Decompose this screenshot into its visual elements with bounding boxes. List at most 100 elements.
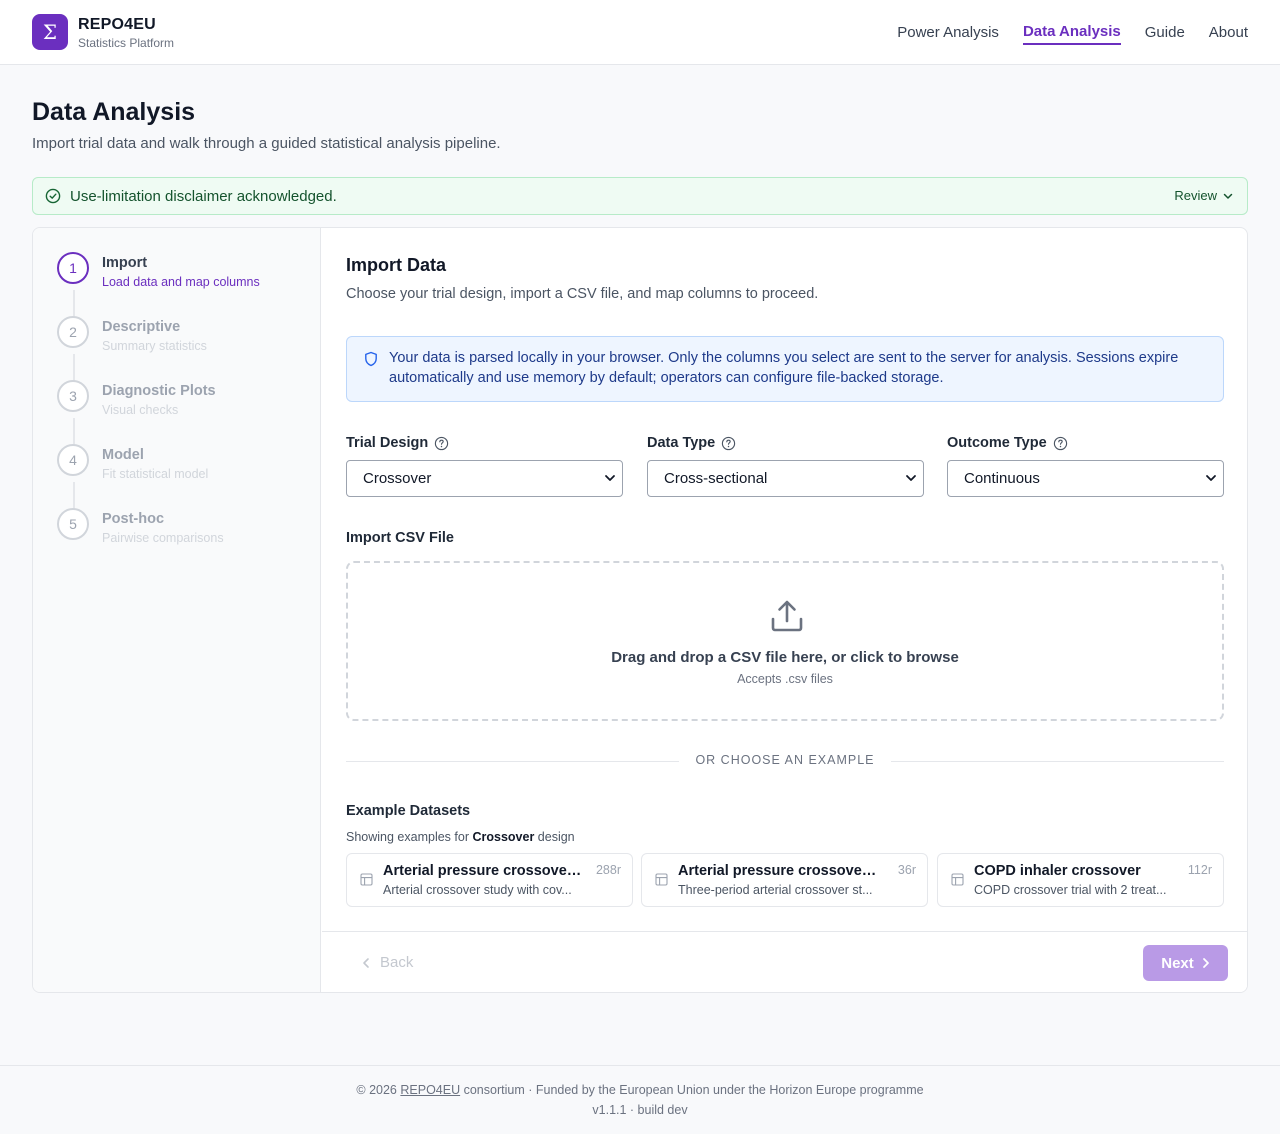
- outcome-type-label: Outcome Type: [947, 435, 1068, 451]
- trial-design-label: Trial Design: [346, 435, 449, 451]
- footer-copyright-prefix: © 2026: [356, 1083, 397, 1097]
- section-subtitle: Choose your trial design, import a CSV f…: [346, 286, 819, 302]
- wizard-nav-bar: Back Next: [322, 931, 1247, 992]
- example-dataset-card[interactable]: Arterial pressure crossover (... 36r Thr…: [641, 853, 928, 907]
- import-panel: Import Data Choose your trial design, im…: [322, 228, 1247, 992]
- trial-design-value: Crossover: [363, 470, 432, 487]
- table-icon: [655, 873, 668, 886]
- nav-power-analysis[interactable]: Power Analysis: [897, 18, 999, 47]
- example-description: COPD crossover trial with 2 treat...: [974, 883, 1167, 897]
- steps-sidebar: 1 Import Load data and map columns 2 Des…: [33, 228, 321, 992]
- page-title: Data Analysis: [32, 98, 196, 126]
- example-name: Arterial pressure crossover (...: [678, 863, 880, 879]
- data-type-select[interactable]: Cross-sectional: [647, 460, 924, 497]
- help-circle-icon[interactable]: [1053, 436, 1068, 451]
- step-descriptive[interactable]: 2 Descriptive Summary statistics: [57, 316, 317, 366]
- example-description: Arterial crossover study with cov...: [383, 883, 572, 897]
- step-label: Post-hoc: [102, 511, 165, 527]
- disclaimer-text: Use-limitation disclaimer acknowledged.: [70, 188, 337, 205]
- step-post-hoc[interactable]: 5 Post-hoc Pairwise comparisons: [57, 508, 317, 558]
- footer-version: v1.1.1 · build dev: [592, 1103, 688, 1117]
- example-description: Three-period arterial crossover st...: [678, 883, 873, 897]
- chevron-left-icon: [363, 957, 369, 968]
- back-label: Back: [380, 954, 414, 971]
- review-button[interactable]: Review: [1174, 188, 1233, 203]
- section-title: Import Data: [346, 255, 447, 275]
- chevron-down-icon: [1206, 475, 1216, 481]
- next-label: Next: [1161, 954, 1194, 972]
- help-circle-icon[interactable]: [721, 436, 736, 451]
- shield-icon: [365, 351, 377, 367]
- nav-data-analysis[interactable]: Data Analysis: [1022, 17, 1121, 45]
- step-number: 3: [57, 380, 89, 412]
- example-dataset-card[interactable]: Arterial pressure crossover ... 288r Art…: [346, 853, 633, 907]
- nav-guide[interactable]: Guide: [1145, 18, 1185, 47]
- step-description: Summary statistics: [102, 339, 207, 353]
- example-datasets-subtitle: Showing examples for Crossover design: [346, 830, 575, 844]
- analysis-wizard-card: 1 Import Load data and map columns 2 Des…: [32, 227, 1248, 993]
- step-description: Fit statistical model: [102, 467, 209, 481]
- step-number: 4: [57, 444, 89, 476]
- review-label: Review: [1174, 188, 1217, 203]
- step-number: 2: [57, 316, 89, 348]
- site-footer: © 2026 REPO4EU consortium · Funded by th…: [0, 1065, 1280, 1134]
- brand-name[interactable]: REPO4EU: [78, 16, 156, 34]
- outcome-type-select[interactable]: Continuous: [947, 460, 1224, 497]
- examples-sub-prefix: Showing examples for: [346, 830, 469, 844]
- nav-about[interactable]: About: [1209, 18, 1248, 47]
- sigma-logo-icon[interactable]: Σ: [32, 14, 68, 50]
- help-circle-icon[interactable]: [434, 436, 449, 451]
- examples-sub-suffix: design: [537, 830, 575, 844]
- divider-label: OR CHOOSE AN EXAMPLE: [346, 753, 1224, 767]
- step-description: Load data and map columns: [102, 275, 260, 289]
- dropzone-accepts: Accepts .csv files: [737, 672, 833, 686]
- example-datasets-title: Example Datasets: [346, 803, 471, 819]
- privacy-info-box: Your data is parsed locally in your brow…: [346, 336, 1224, 402]
- trial-design-label-text: Trial Design: [346, 435, 429, 451]
- step-import[interactable]: 1 Import Load data and map columns: [57, 252, 317, 302]
- back-button[interactable]: Back: [362, 954, 413, 971]
- csv-dropzone[interactable]: Drag and drop a CSV file here, or click …: [346, 561, 1224, 721]
- brand-subtitle: Statistics Platform: [78, 36, 175, 50]
- step-description: Pairwise comparisons: [102, 531, 224, 545]
- example-dataset-card[interactable]: COPD inhaler crossover 112r COPD crossov…: [937, 853, 1224, 907]
- check-circle-icon: [45, 188, 61, 204]
- footer-copyright-suffix: consortium · Funded by the European Unio…: [463, 1083, 924, 1097]
- import-csv-label: Import CSV File: [346, 530, 454, 546]
- dropzone-prompt: Drag and drop a CSV file here, or click …: [611, 649, 959, 666]
- disclaimer-banner: Use-limitation disclaimer acknowledged. …: [32, 177, 1248, 215]
- top-navbar: Σ REPO4EU Statistics Platform Power Anal…: [0, 0, 1280, 65]
- data-type-label-text: Data Type: [647, 435, 716, 451]
- step-number: 5: [57, 508, 89, 540]
- chevron-down-icon: [605, 475, 615, 481]
- footer-org-link[interactable]: REPO4EU: [400, 1083, 460, 1097]
- step-description: Visual checks: [102, 403, 179, 417]
- example-row-count: 36r: [897, 863, 916, 877]
- trial-design-select[interactable]: Crossover: [346, 460, 623, 497]
- outcome-type-label-text: Outcome Type: [947, 435, 1047, 451]
- main-nav: Power Analysis Data Analysis Guide About: [897, 0, 1248, 64]
- step-label: Model: [102, 447, 144, 463]
- chevron-down-icon: [906, 475, 916, 481]
- step-label: Diagnostic Plots: [102, 383, 216, 399]
- step-diagnostic-plots[interactable]: 3 Diagnostic Plots Visual checks: [57, 380, 317, 430]
- chevron-down-icon: [1223, 193, 1233, 199]
- example-name: Arterial pressure crossover ...: [383, 863, 585, 879]
- upload-icon: [771, 600, 803, 632]
- data-type-value: Cross-sectional: [664, 470, 768, 487]
- footer-copyright: © 2026 REPO4EU consortium · Funded by th…: [0, 1083, 1280, 1097]
- example-row-count: 288r: [595, 863, 621, 877]
- example-name: COPD inhaler crossover: [974, 863, 1141, 879]
- step-number: 1: [57, 252, 89, 284]
- chevron-right-icon: [1202, 958, 1209, 968]
- example-row-count: 112r: [1187, 863, 1212, 877]
- step-model[interactable]: 4 Model Fit statistical model: [57, 444, 317, 494]
- step-label: Import: [102, 255, 148, 271]
- step-label: Descriptive: [102, 319, 181, 335]
- page-subtitle: Import trial data and walk through a gui…: [32, 135, 501, 152]
- divider-text: OR CHOOSE AN EXAMPLE: [679, 753, 891, 767]
- next-button[interactable]: Next: [1143, 945, 1228, 981]
- privacy-note: Your data is parsed locally in your brow…: [389, 350, 1179, 386]
- examples-sub-design: Crossover: [472, 830, 535, 844]
- table-icon: [951, 873, 964, 886]
